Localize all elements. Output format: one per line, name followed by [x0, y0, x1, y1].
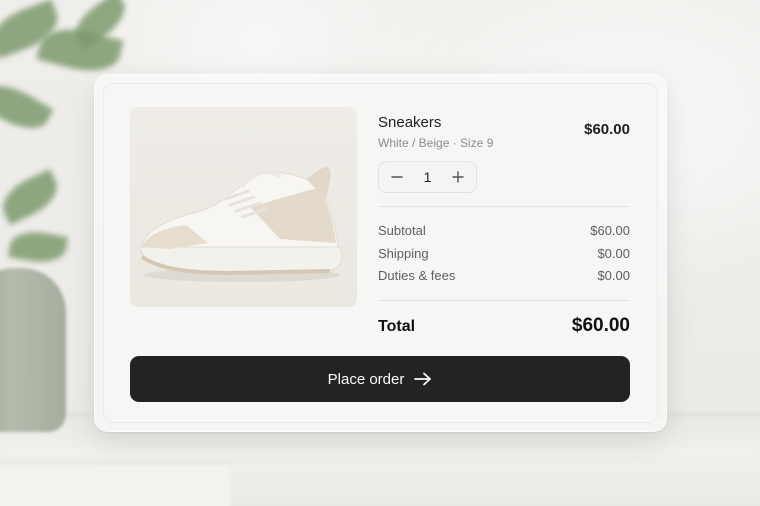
- product-variant: White / Beige · Size 9: [378, 136, 494, 150]
- vase: [0, 268, 66, 432]
- quantity-stepper: 1: [378, 161, 477, 193]
- total-row: Total $60.00: [378, 315, 630, 337]
- summary-label: Shipping: [378, 246, 429, 261]
- plus-icon: [452, 171, 464, 183]
- decrement-button[interactable]: [383, 165, 411, 189]
- summary-row-duties: Duties & fees $0.00: [378, 268, 630, 283]
- summary-label: Duties & fees: [378, 268, 456, 283]
- summary-row-subtotal: Subtotal $60.00: [378, 223, 630, 238]
- total-label: Total: [378, 318, 416, 335]
- summary-value: $60.00: [590, 223, 630, 238]
- minus-icon: [391, 176, 403, 178]
- checkout-card: Sneakers White / Beige · Size 9 $60.00 1…: [94, 74, 667, 432]
- summary-value: $0.00: [597, 268, 630, 283]
- summary-row-shipping: Shipping $0.00: [378, 246, 630, 261]
- total-value: $60.00: [571, 315, 630, 336]
- place-order-label: Place order: [327, 370, 405, 388]
- product-price: $60.00: [584, 121, 630, 138]
- product-name: Sneakers: [378, 114, 442, 131]
- checkout-card-inner: Sneakers White / Beige · Size 9 $60.00 1…: [103, 83, 658, 423]
- quantity-value[interactable]: 1: [424, 169, 432, 185]
- increment-button[interactable]: [444, 165, 472, 189]
- product-image: [130, 107, 357, 307]
- divider: [378, 206, 630, 207]
- summary-label: Subtotal: [378, 223, 426, 238]
- arrow-right-icon: [414, 372, 432, 386]
- place-order-button[interactable]: Place order: [130, 356, 630, 402]
- summary-value: $0.00: [597, 246, 630, 261]
- divider: [378, 300, 630, 301]
- sneaker-image: [139, 166, 343, 282]
- background-block: [0, 462, 230, 506]
